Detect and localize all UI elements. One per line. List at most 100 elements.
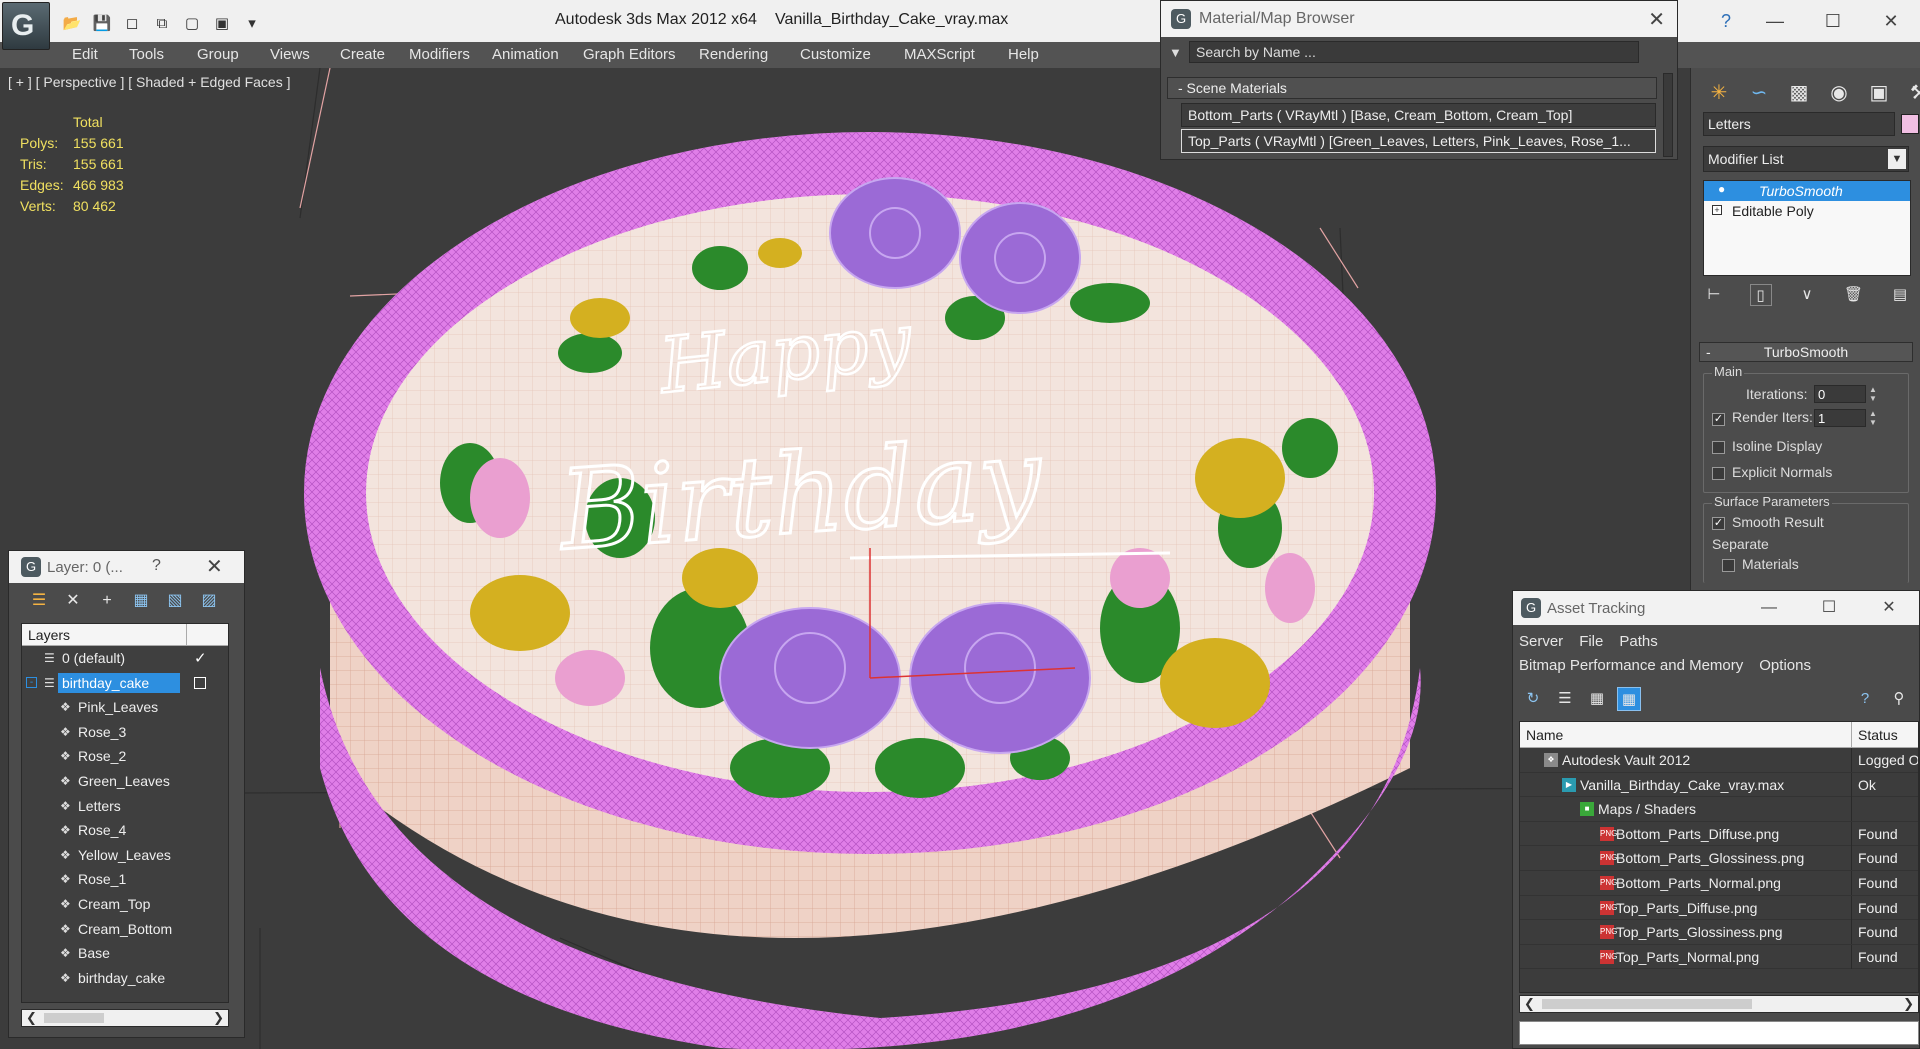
table-view-icon[interactable]: ▦ [1617,687,1641,711]
table-row[interactable]: PNG Top_Parts_Glossiness.png Found [1520,920,1918,945]
configure-sets-icon[interactable]: ▤ [1889,284,1911,306]
expand-icon[interactable]: + [1712,205,1722,215]
maximize-button[interactable]: ☐ [1804,0,1862,42]
table-row[interactable]: ▶ Vanilla_Birthday_Cake_vray.max Ok [1520,772,1918,798]
dropdown-icon[interactable]: ▾ [238,10,266,36]
layer-row[interactable]: ☰ 0 (default) ✓ [22,646,228,671]
table-row[interactable]: ❖ Autodesk Vault 2012 Logged O [1520,748,1918,773]
status-column-header[interactable]: Status [1858,727,1898,743]
chevron-right-icon[interactable]: ❯ [213,1010,224,1026]
material-browser-titlebar[interactable]: G Material/Map Browser ✕ [1161,1,1677,37]
table-row[interactable]: PNG Bottom_Parts_Normal.png Found [1520,870,1918,896]
menu-maxscript[interactable]: MAXScript [904,46,975,63]
pin-stack-icon[interactable]: ⊢ [1703,284,1725,306]
search-help-icon[interactable]: ⚲ [1887,687,1911,711]
collapse-icon[interactable]: - [26,676,37,688]
menu-animation[interactable]: Animation [492,46,559,63]
viewport-label[interactable]: [ + ] [ Perspective ] [ Shaded + Edged F… [8,74,291,90]
menu-server[interactable]: Server [1519,633,1563,650]
layer-object-row[interactable]: ❖ Rose_3 [22,720,228,745]
iterations-spinner[interactable]: 0 [1814,385,1866,403]
new-scene-icon[interactable]: ◻ [118,10,146,36]
display-tab-icon[interactable]: ▣ [1863,76,1895,108]
close-icon[interactable]: ✕ [206,554,223,579]
asset-table-header[interactable]: Name Status [1520,722,1918,748]
chevron-down-icon[interactable]: ▼ [1169,45,1182,60]
table-row[interactable]: ■ Maps / Shaders [1520,797,1918,822]
add-to-layer-icon[interactable]: + [97,591,117,611]
delete-layer-icon[interactable]: ✕ [63,591,83,611]
stack-item-turbosmooth[interactable]: ● TurboSmooth [1704,181,1910,201]
layer-panel-titlebar[interactable]: G Layer: 0 (... ? ✕ [9,551,244,583]
menu-graph-editors[interactable]: Graph Editors [583,46,676,63]
object-name-field[interactable]: Letters [1703,112,1895,136]
layer-object-row[interactable]: ❖ Rose_2 [22,744,228,769]
layer-object-row[interactable]: ❖ Green_Leaves [22,769,228,794]
scene-materials-section[interactable]: - Scene Materials [1167,77,1657,99]
menu-views[interactable]: Views [270,46,310,63]
menu-group[interactable]: Group [197,46,239,63]
list-view-icon[interactable]: ☰ [1553,687,1577,711]
create-layer-icon[interactable]: ☰ [29,591,49,611]
motion-tab-icon[interactable]: ◉ [1823,76,1855,108]
layer-object-row[interactable]: ❖ Base [22,941,228,966]
modifier-list-dropdown[interactable]: Modifier List ▼ [1703,146,1909,172]
menu-paths[interactable]: Paths [1619,633,1657,650]
layer-object-row[interactable]: ❖ Cream_Bottom [22,917,228,942]
isoline-display-checkbox[interactable] [1712,441,1725,454]
maximize-button[interactable]: ☐ [1799,591,1859,625]
menu-file[interactable]: File [1579,633,1603,650]
asset-path-input[interactable] [1519,1021,1919,1045]
checkmark-icon[interactable]: ✓ [194,649,207,667]
horizontal-scrollbar[interactable]: ❮ ❯ [1519,995,1919,1013]
perspective-viewport[interactable]: Happy Birthday [ + ] [ Perspective ] [ S… [0,68,1690,1049]
utilities-tab-icon[interactable]: ⚒ [1903,76,1920,108]
show-end-result-icon[interactable]: ▯ [1749,284,1772,306]
checkbox-icon[interactable] [194,676,206,689]
menu-modifiers[interactable]: Modifiers [409,46,470,63]
explicit-normals-checkbox[interactable] [1712,467,1725,480]
close-icon[interactable]: ✕ [1648,7,1665,32]
minimize-button[interactable]: — [1746,0,1804,42]
asset-tracking-titlebar[interactable]: G Asset Tracking — ☐ ✕ [1513,591,1919,625]
layer-object-row[interactable]: ❖ Yellow_Leaves [22,843,228,868]
window-icon[interactable]: ▣ [208,10,236,36]
layer-object-row[interactable]: ❖ Cream_Top [22,892,228,917]
save-icon[interactable]: 💾 [88,10,116,36]
hierarchy-tab-icon[interactable]: ▩ [1783,76,1815,108]
menu-create[interactable]: Create [340,46,385,63]
layer-object-row[interactable]: ❖ Rose_1 [22,867,228,892]
open-icon[interactable]: 📂 [58,10,86,36]
help-icon[interactable]: ? [152,557,161,575]
menu-options[interactable]: Options [1759,657,1811,674]
layer-list-header[interactable]: Layers [22,624,228,646]
material-row[interactable]: Bottom_Parts ( VRayMtl ) [Base, Cream_Bo… [1181,103,1656,127]
menu-customize[interactable]: Customize [800,46,871,63]
fetch-icon[interactable]: ▢ [178,10,206,36]
layer-object-row[interactable]: ❖ birthday_cake [22,966,228,991]
hold-icon[interactable]: ⧉ [148,10,176,36]
layer-object-row[interactable]: ❖ Letters [22,794,228,819]
spinner-arrows-icon[interactable]: ▲ ▼ [1868,385,1878,403]
collapse-icon[interactable]: - [1706,343,1711,361]
stack-item-editable-poly[interactable]: + Editable Poly [1704,201,1910,221]
minimize-button[interactable]: — [1739,591,1799,625]
layer-row[interactable]: - ☰ birthday_cake [22,671,228,696]
layer-object-row[interactable]: ❖ Rose_4 [22,818,228,843]
thumbnail-view-icon[interactable]: ▦ [1585,687,1609,711]
layer-object-row[interactable]: ❖ Pink_Leaves [22,695,228,720]
help-icon[interactable]: ? [1706,0,1746,42]
select-objects-icon[interactable]: ▦ [131,591,151,611]
create-tab-icon[interactable]: ✳ [1703,76,1735,108]
material-search-input[interactable]: Search by Name ... [1189,41,1639,63]
chevron-down-icon[interactable]: ▼ [1888,149,1906,169]
lightbulb-icon[interactable]: ● [1718,182,1725,196]
menu-edit[interactable]: Edit [72,46,98,63]
app-menu-button[interactable]: G [2,2,50,50]
table-row[interactable]: PNG Bottom_Parts_Diffuse.png Found [1520,821,1918,847]
table-row[interactable]: PNG Bottom_Parts_Glossiness.png Found [1520,846,1918,871]
refresh-icon[interactable]: ↻ [1521,687,1545,711]
material-row[interactable]: Top_Parts ( VRayMtl ) [Green_Leaves, Let… [1181,129,1656,153]
render-iters-checkbox[interactable]: ✓ [1712,413,1725,426]
make-unique-icon[interactable]: ∨ [1796,284,1818,306]
